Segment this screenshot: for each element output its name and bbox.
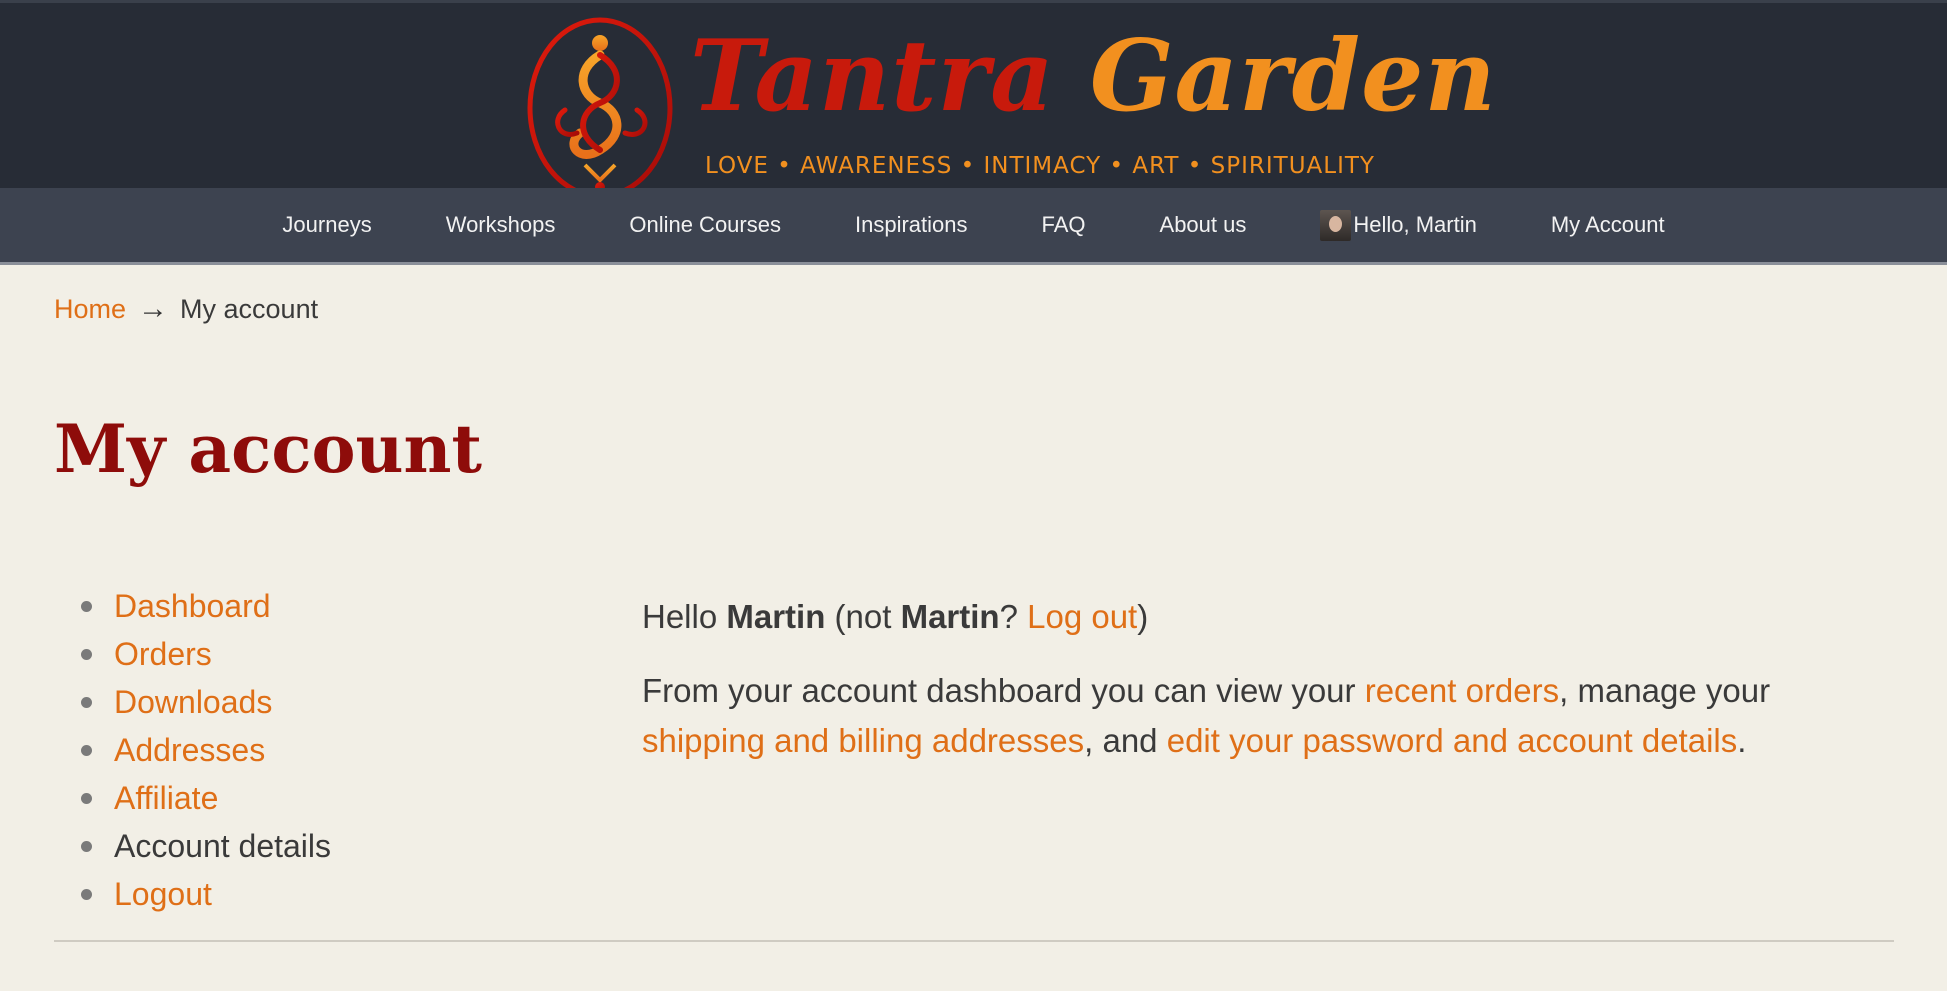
- nav-item-journeys[interactable]: Journeys: [282, 212, 371, 238]
- account-nav-item-downloads: Downloads: [80, 680, 331, 728]
- logo-title-part1: Tantra: [690, 19, 1055, 134]
- dashboard-content: Hello Martin (not Martin? Log out) From …: [642, 592, 1902, 790]
- logo-tagline: LOVE • AWARENESS • INTIMACY • ART • SPIR…: [705, 153, 1375, 179]
- nav-item-online-courses[interactable]: Online Courses: [629, 212, 781, 238]
- greeting-paragraph: Hello Martin (not Martin? Log out): [642, 592, 1902, 642]
- breadcrumb-home-link[interactable]: Home: [54, 294, 126, 325]
- account-nav-item-account-details: Account details: [80, 824, 331, 872]
- close-paren: ): [1137, 598, 1149, 635]
- intro-text: From your account dashboard you can view…: [642, 672, 1365, 709]
- user-name: Martin: [726, 598, 826, 635]
- logo-emblem-icon: [527, 17, 673, 199]
- avatar: [1320, 209, 1352, 241]
- account-details-link[interactable]: edit your password and account details: [1167, 722, 1738, 759]
- breadcrumb-arrow-icon: →: [138, 292, 169, 325]
- logout-link[interactable]: Log out: [1027, 598, 1137, 635]
- account-nav-affiliate-link[interactable]: Affiliate: [114, 780, 218, 816]
- end-text: .: [1737, 722, 1747, 759]
- mid-text: , manage your: [1559, 672, 1771, 709]
- nav-item-workshops[interactable]: Workshops: [446, 212, 556, 238]
- account-nav-dashboard-link[interactable]: Dashboard: [114, 588, 271, 624]
- account-nav-item-orders: Orders: [80, 632, 331, 680]
- account-nav-downloads-link[interactable]: Downloads: [114, 684, 272, 720]
- account-nav-item-dashboard: Dashboard: [80, 584, 331, 632]
- account-nav-addresses-link[interactable]: Addresses: [114, 732, 265, 768]
- account-nav-account-details-current[interactable]: Account details: [114, 828, 331, 864]
- nav-item-my-account[interactable]: My Account: [1551, 212, 1665, 238]
- account-navigation: Dashboard Orders Downloads Addresses Aff…: [80, 584, 331, 920]
- not-user-name: Martin: [900, 598, 1000, 635]
- nav-item-faq[interactable]: FAQ: [1042, 212, 1086, 238]
- content-divider: [54, 940, 1894, 942]
- logo-title: Tantra Garden: [690, 17, 1497, 137]
- breadcrumb-current: My account: [180, 293, 319, 324]
- account-nav-item-logout: Logout: [80, 872, 331, 920]
- page-title: My account: [54, 410, 483, 488]
- account-nav-orders-link[interactable]: Orders: [114, 636, 212, 672]
- account-nav-item-affiliate: Affiliate: [80, 776, 331, 824]
- question-mark: ?: [999, 598, 1028, 635]
- nav-list: Journeys Workshops Online Courses Inspir…: [0, 188, 1947, 262]
- logo-title-part2: Garden: [1089, 19, 1497, 134]
- main-navigation: Journeys Workshops Online Courses Inspir…: [0, 188, 1947, 265]
- site-logo[interactable]: Tantra Garden LOVE • AWARENESS • INTIMAC…: [525, 15, 1496, 201]
- site-header: Tantra Garden LOVE • AWARENESS • INTIMAC…: [0, 0, 1947, 199]
- nav-user-greeting-label: Hello, Martin: [1353, 212, 1477, 237]
- recent-orders-link[interactable]: recent orders: [1365, 672, 1559, 709]
- addresses-link[interactable]: shipping and billing addresses: [642, 722, 1084, 759]
- breadcrumb: Home → My account: [54, 292, 318, 326]
- hello-prefix: Hello: [642, 598, 727, 635]
- dashboard-intro-paragraph: From your account dashboard you can view…: [642, 666, 1902, 766]
- account-nav-item-addresses: Addresses: [80, 728, 331, 776]
- nav-item-user-greeting[interactable]: Hello, Martin: [1320, 209, 1477, 241]
- and-text: , and: [1084, 722, 1167, 759]
- account-nav-logout-link[interactable]: Logout: [114, 876, 212, 912]
- nav-item-about-us[interactable]: About us: [1160, 212, 1247, 238]
- nav-item-inspirations[interactable]: Inspirations: [855, 212, 968, 238]
- not-prefix: (not: [825, 598, 901, 635]
